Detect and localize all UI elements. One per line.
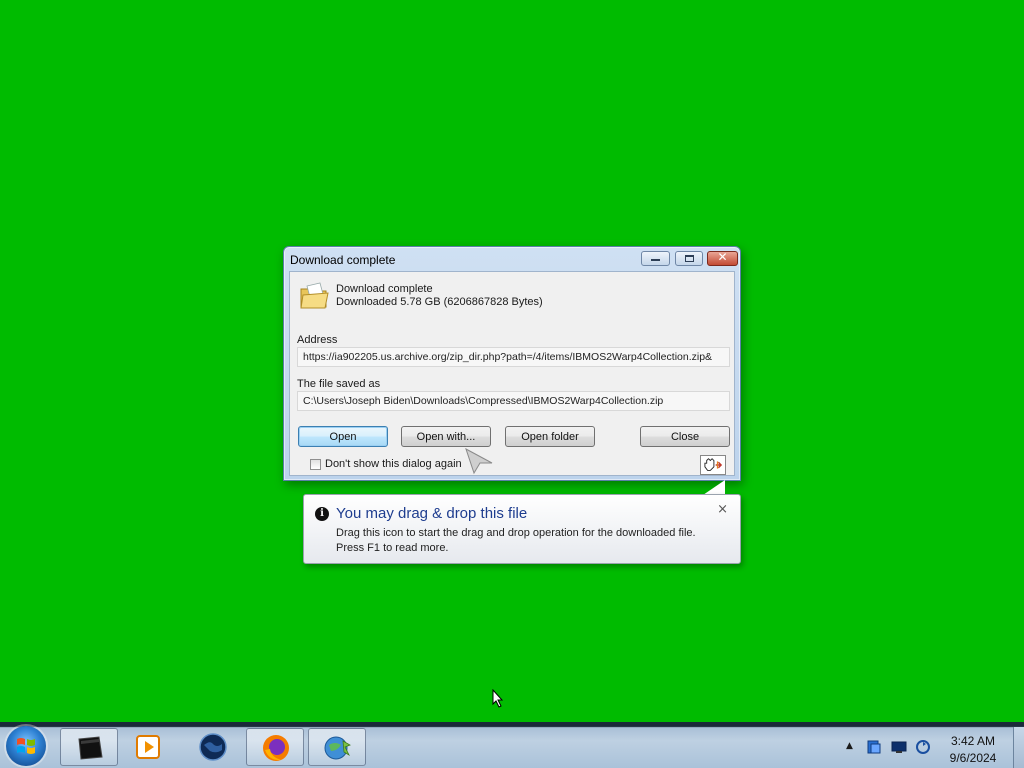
tray-network-drive-icon[interactable] xyxy=(866,740,882,754)
taskbar-app-command-prompt[interactable] xyxy=(60,728,118,766)
balloon-text-line1: Drag this icon to start the drag and dro… xyxy=(336,527,696,539)
drag-drop-balloon: i You may drag & drop this file Drag thi… xyxy=(303,494,741,564)
status-title: Download complete xyxy=(336,283,433,295)
show-desktop-button[interactable] xyxy=(1013,727,1024,768)
address-label: Address xyxy=(297,334,338,346)
open-button[interactable]: Open xyxy=(298,426,388,447)
clock-time: 3:42 AM xyxy=(950,734,996,748)
close-icon: ✕ xyxy=(717,250,728,264)
info-icon: i xyxy=(315,507,329,521)
tray-sync-icon[interactable] xyxy=(915,740,931,754)
maximize-button[interactable] xyxy=(675,251,703,266)
drag-drop-handle-icon[interactable] xyxy=(700,455,726,475)
balloon-tail xyxy=(703,480,725,495)
balloon-text-line2: Press F1 to read more. xyxy=(336,542,449,554)
balloon-close-button[interactable]: × xyxy=(717,502,728,517)
saved-as-label: The file saved as xyxy=(297,378,381,390)
show-hidden-icons-button[interactable]: ▲ xyxy=(846,741,853,751)
minimize-icon xyxy=(651,259,660,261)
dialog-title: Download complete xyxy=(290,253,396,267)
dont-show-label[interactable]: Don't show this dialog again xyxy=(325,458,462,470)
internet-download-manager-icon xyxy=(324,736,351,760)
dialog-body: Download complete Downloaded 5.78 GB (62… xyxy=(289,271,735,476)
windows-logo-icon xyxy=(17,738,35,754)
address-field[interactable]: https://ia902205.us.archive.org/zip_dir.… xyxy=(297,347,730,367)
media-player-icon xyxy=(136,735,160,759)
mouse-cursor-icon xyxy=(492,689,504,708)
taskbar-app-globe[interactable] xyxy=(184,728,242,766)
globe-browser-icon xyxy=(199,733,227,761)
firefox-icon xyxy=(263,735,289,761)
open-folder-icon xyxy=(300,282,329,309)
tray-display-icon[interactable] xyxy=(891,740,907,754)
taskbar-app-firefox[interactable] xyxy=(246,728,304,766)
open-with-button[interactable]: Open with... xyxy=(401,426,491,447)
minimize-button[interactable] xyxy=(641,251,670,266)
taskbar-app-idm[interactable] xyxy=(308,728,366,766)
open-folder-button[interactable]: Open folder xyxy=(505,426,595,447)
command-prompt-icon xyxy=(78,736,103,760)
download-complete-dialog: Download complete ✕ Download complete Do… xyxy=(283,246,741,481)
start-button[interactable] xyxy=(6,726,46,766)
download-size: Downloaded 5.78 GB (6206867828 Bytes) xyxy=(336,296,543,308)
drag-pointer-icon xyxy=(465,447,493,475)
dont-show-checkbox[interactable] xyxy=(310,459,321,470)
clock-date: 9/6/2024 xyxy=(949,751,997,765)
saved-path-field[interactable]: C:\Users\Joseph Biden\Downloads\Compress… xyxy=(297,391,730,411)
close-window-button[interactable]: ✕ xyxy=(707,250,738,266)
balloon-title: You may drag & drop this file xyxy=(336,505,528,522)
title-bar[interactable]: Download complete ✕ xyxy=(284,247,740,271)
close-button[interactable]: Close xyxy=(640,426,730,447)
maximize-icon xyxy=(685,255,694,262)
system-clock[interactable]: 3:42 AM 9/6/2024 xyxy=(934,733,1012,767)
taskbar-app-media-player[interactable] xyxy=(120,728,178,766)
